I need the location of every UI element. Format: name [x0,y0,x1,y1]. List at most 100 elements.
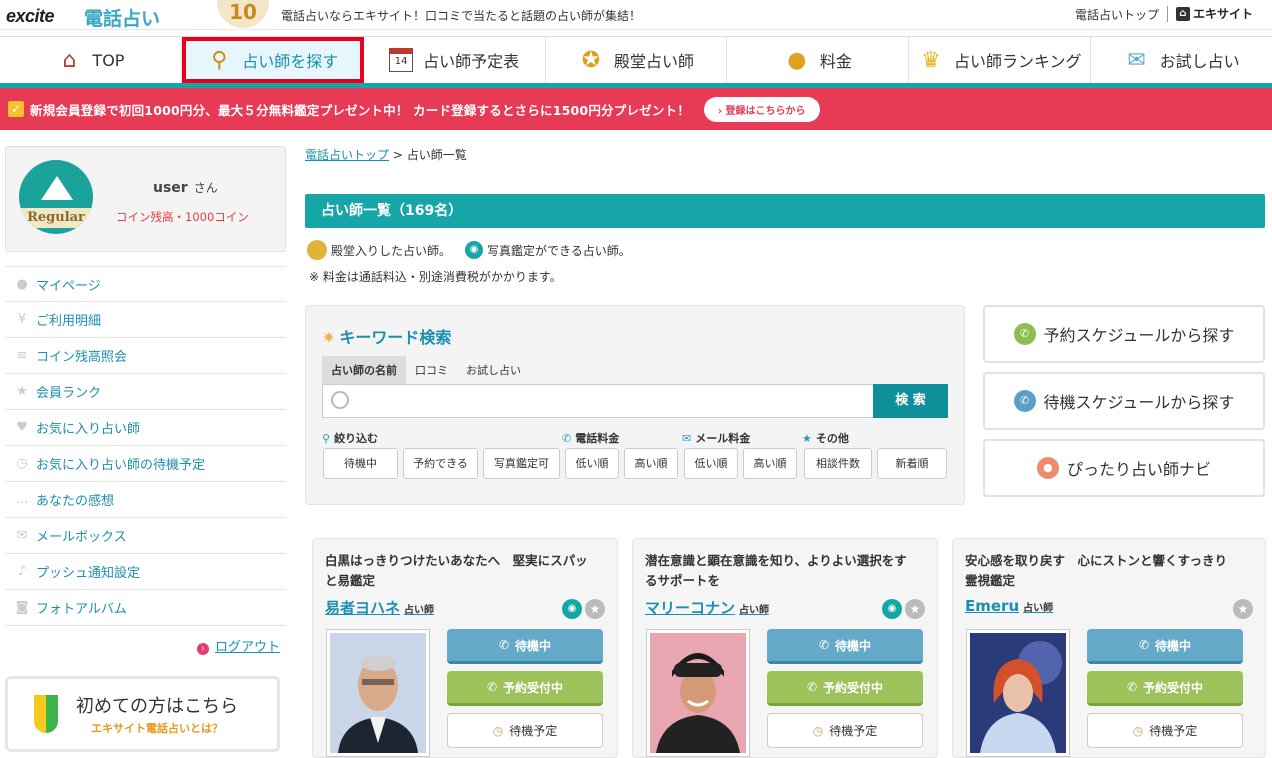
sort-mail-high[interactable]: 高い順 [743,448,797,479]
phone-icon: ✆ [1138,638,1150,652]
phone-icon: ✆ [562,432,572,445]
top-bar: excite 電話占い 10 電話占いならエキサイト！口コミで当たると話題の占い… [0,0,1272,30]
schedule-button[interactable]: ◷ 待機予定 [447,713,603,748]
keyword-search-title-text: キーワード検索 [339,328,452,347]
service-logo[interactable]: 電話占い [84,4,160,31]
waiting-label: 待機中 [515,638,552,653]
reserve-button[interactable]: ✆ 予約受付中 [1087,671,1243,706]
sort-newest[interactable]: 新着順 [877,448,947,479]
bell-icon: ♪ [17,564,27,579]
nav-price[interactable]: ● 料金 [727,37,910,83]
sidebar-item-favorite-schedule[interactable]: ◷ お気に入り占い師の待機予定 [5,446,286,482]
tab-reviews[interactable]: 口コミ [406,356,457,384]
filter-phone-text: 電話料金 [575,432,620,445]
nav-label: TOP [92,50,125,70]
matching-navi-button[interactable]: ● ぴったり占い師ナビ [983,439,1265,497]
sidebar-item-label: ご利用明細 [36,314,102,329]
schedule-button[interactable]: ◷ 待機予定 [767,713,923,748]
first-time-button[interactable]: 初めての方はこちら エキサイト電話占いとは？ [5,676,280,752]
phone-icon: ✆ [498,638,510,652]
waiting-schedule-button[interactable]: ✆ 待機スケジュールから探す [983,372,1265,430]
tab-trial[interactable]: お試し占い [457,356,530,384]
nav-trial[interactable]: ✉ お試し占い [1091,37,1272,83]
coin-balance: コイン残高・1000コイン [116,210,249,224]
fortune-teller-name-text: 易者ヨハネ [325,599,401,617]
calendar-icon: 14 [389,48,414,72]
nav-find-fortune-teller[interactable]: ⚲ 占い師を探す [181,37,364,83]
sidebar-menu: ● マイページ ¥ ご利用明細 ≡ コイン残高照会 ★ 会員ランク ♥ お気に入り占い師 … [5,266,286,626]
sidebar-item-label: 会員ランク [36,386,102,401]
schedule-button[interactable]: ◷ 待機予定 [1087,713,1243,748]
sidebar-item-coin-balance[interactable]: ≡ コイン残高照会 [5,338,286,374]
nav-top[interactable]: ⌂ TOP [0,37,182,83]
mail-icon: ✉ [16,528,28,543]
fortune-teller-card: 潜在意識と顕在意識を知り、よりよい選択をするサポートを マリーコナン 占い師 ◉ … [632,538,938,758]
sort-phone-high[interactable]: 高い順 [624,448,678,479]
tagline: 電話占いならエキサイト！口コミで当たると話題の占い師が集結！ [281,9,642,23]
star-icon: ★ [16,384,28,399]
breadcrumb-home[interactable]: 電話占いトップ [305,148,389,162]
favorite-star-icon[interactable]: ★ [1233,599,1253,619]
search-input[interactable] [322,384,874,418]
sidebar-item-mailbox[interactable]: ✉ メールボックス [5,518,286,554]
main-content: 電話占いトップ > 占い師一覧 占い師一覧（169名） 殿堂入りした占い師。 ◉… [305,146,1265,505]
sort-consultations[interactable]: 相談件数 [804,448,872,479]
legend-photo: 写真鑑定ができる占い師。 [487,243,631,258]
sidebar-item-push[interactable]: ♪ プッシュ通知設定 [5,554,286,590]
favorite-star-icon[interactable]: ★ [585,599,605,619]
search-button[interactable]: 検 索 [873,384,948,418]
first-time-title: 初めての方はこちら [76,696,238,717]
keyword-search-title: ✷ キーワード検索 [322,324,451,348]
envelope-icon: ✉ [1127,47,1146,73]
heart-icon: ♥ [16,420,28,435]
favorite-star-icon[interactable]: ★ [905,599,925,619]
sort-phone-low[interactable]: 低い順 [565,448,619,479]
reserve-button[interactable]: ✆ 予約受付中 [767,671,923,706]
waiting-button[interactable]: ✆ 待機中 [447,629,603,664]
excite-link[interactable]: ⌂ エキサイト [1176,5,1253,22]
logout-link[interactable]: › ログアウト [5,636,286,655]
filter-photo[interactable]: 写真鑑定可 [483,448,560,479]
person-icon: ● [1036,457,1059,479]
nav-hall-of-fame[interactable]: ✪ 殿堂占い師 [546,37,728,83]
filter-reservable[interactable]: 予約できる [403,448,478,479]
nav-schedule[interactable]: 14 占い師予定表 [364,37,546,83]
sidebar: Regular user さん コイン残高・1000コイン ● マイページ ¥ ご利用… [5,146,286,655]
nav-ranking[interactable]: ♛ 占い師ランキング [909,37,1092,83]
sidebar-item-reviews[interactable]: … あなたの感想 [5,482,286,518]
register-button[interactable]: › 登録はこちらから [703,96,820,122]
schedule-label: 待機予定 [829,724,878,738]
sidebar-item-mypage[interactable]: ● マイページ [5,266,286,302]
phone-icon: ✆ [1013,323,1036,345]
page-title: 占い師一覧（169名） [305,194,1265,228]
filter-waiting[interactable]: 待機中 [323,448,398,479]
sidebar-item-usage[interactable]: ¥ ご利用明細 [5,302,286,338]
clock-icon: ◷ [16,456,28,471]
tab-name[interactable]: 占い師の名前 [322,356,406,384]
fortune-teller-photo[interactable] [326,629,430,757]
waiting-button[interactable]: ✆ 待機中 [1087,629,1243,664]
magnifier-icon: ⚲ [211,47,228,73]
sidebar-item-rank[interactable]: ★ 会員ランク [5,374,286,410]
reserve-button[interactable]: ✆ 予約受付中 [447,671,603,706]
phone-icon: ✆ [818,638,830,652]
fortune-teller-photo[interactable] [966,629,1070,757]
fortune-teller-photo[interactable] [646,629,750,757]
rank-badge: Regular [19,160,93,234]
fortune-teller-name[interactable]: マリーコナン 占い師 [645,597,769,618]
promo-text: 新規会員登録で初回1000円分、最大５分無料鑑定プレゼント中！ カード登録すると… [30,102,690,118]
sidebar-item-label: マイページ [36,278,101,294]
card-icons: ★ [1233,599,1253,619]
reservation-schedule-button[interactable]: ✆ 予約スケジュールから探す [983,305,1265,363]
fortune-teller-name[interactable]: 易者ヨハネ 占い師 [325,597,434,618]
fortune-teller-name[interactable]: Emeru 占い師 [965,597,1053,615]
role-label: 占い師 [404,605,435,616]
sidebar-item-favorites[interactable]: ♥ お気に入り占い師 [5,410,286,446]
excite-logo[interactable]: excite [6,6,55,27]
sidebar-item-photo-album[interactable]: ◙ フォトアルバム [5,590,286,626]
portrait-image [970,633,1066,753]
filter-narrow-text: 絞り込む [334,432,379,445]
top-link[interactable]: 電話占いトップ [1075,6,1159,23]
sort-mail-low[interactable]: 低い順 [684,448,738,479]
waiting-button[interactable]: ✆ 待機中 [767,629,923,664]
